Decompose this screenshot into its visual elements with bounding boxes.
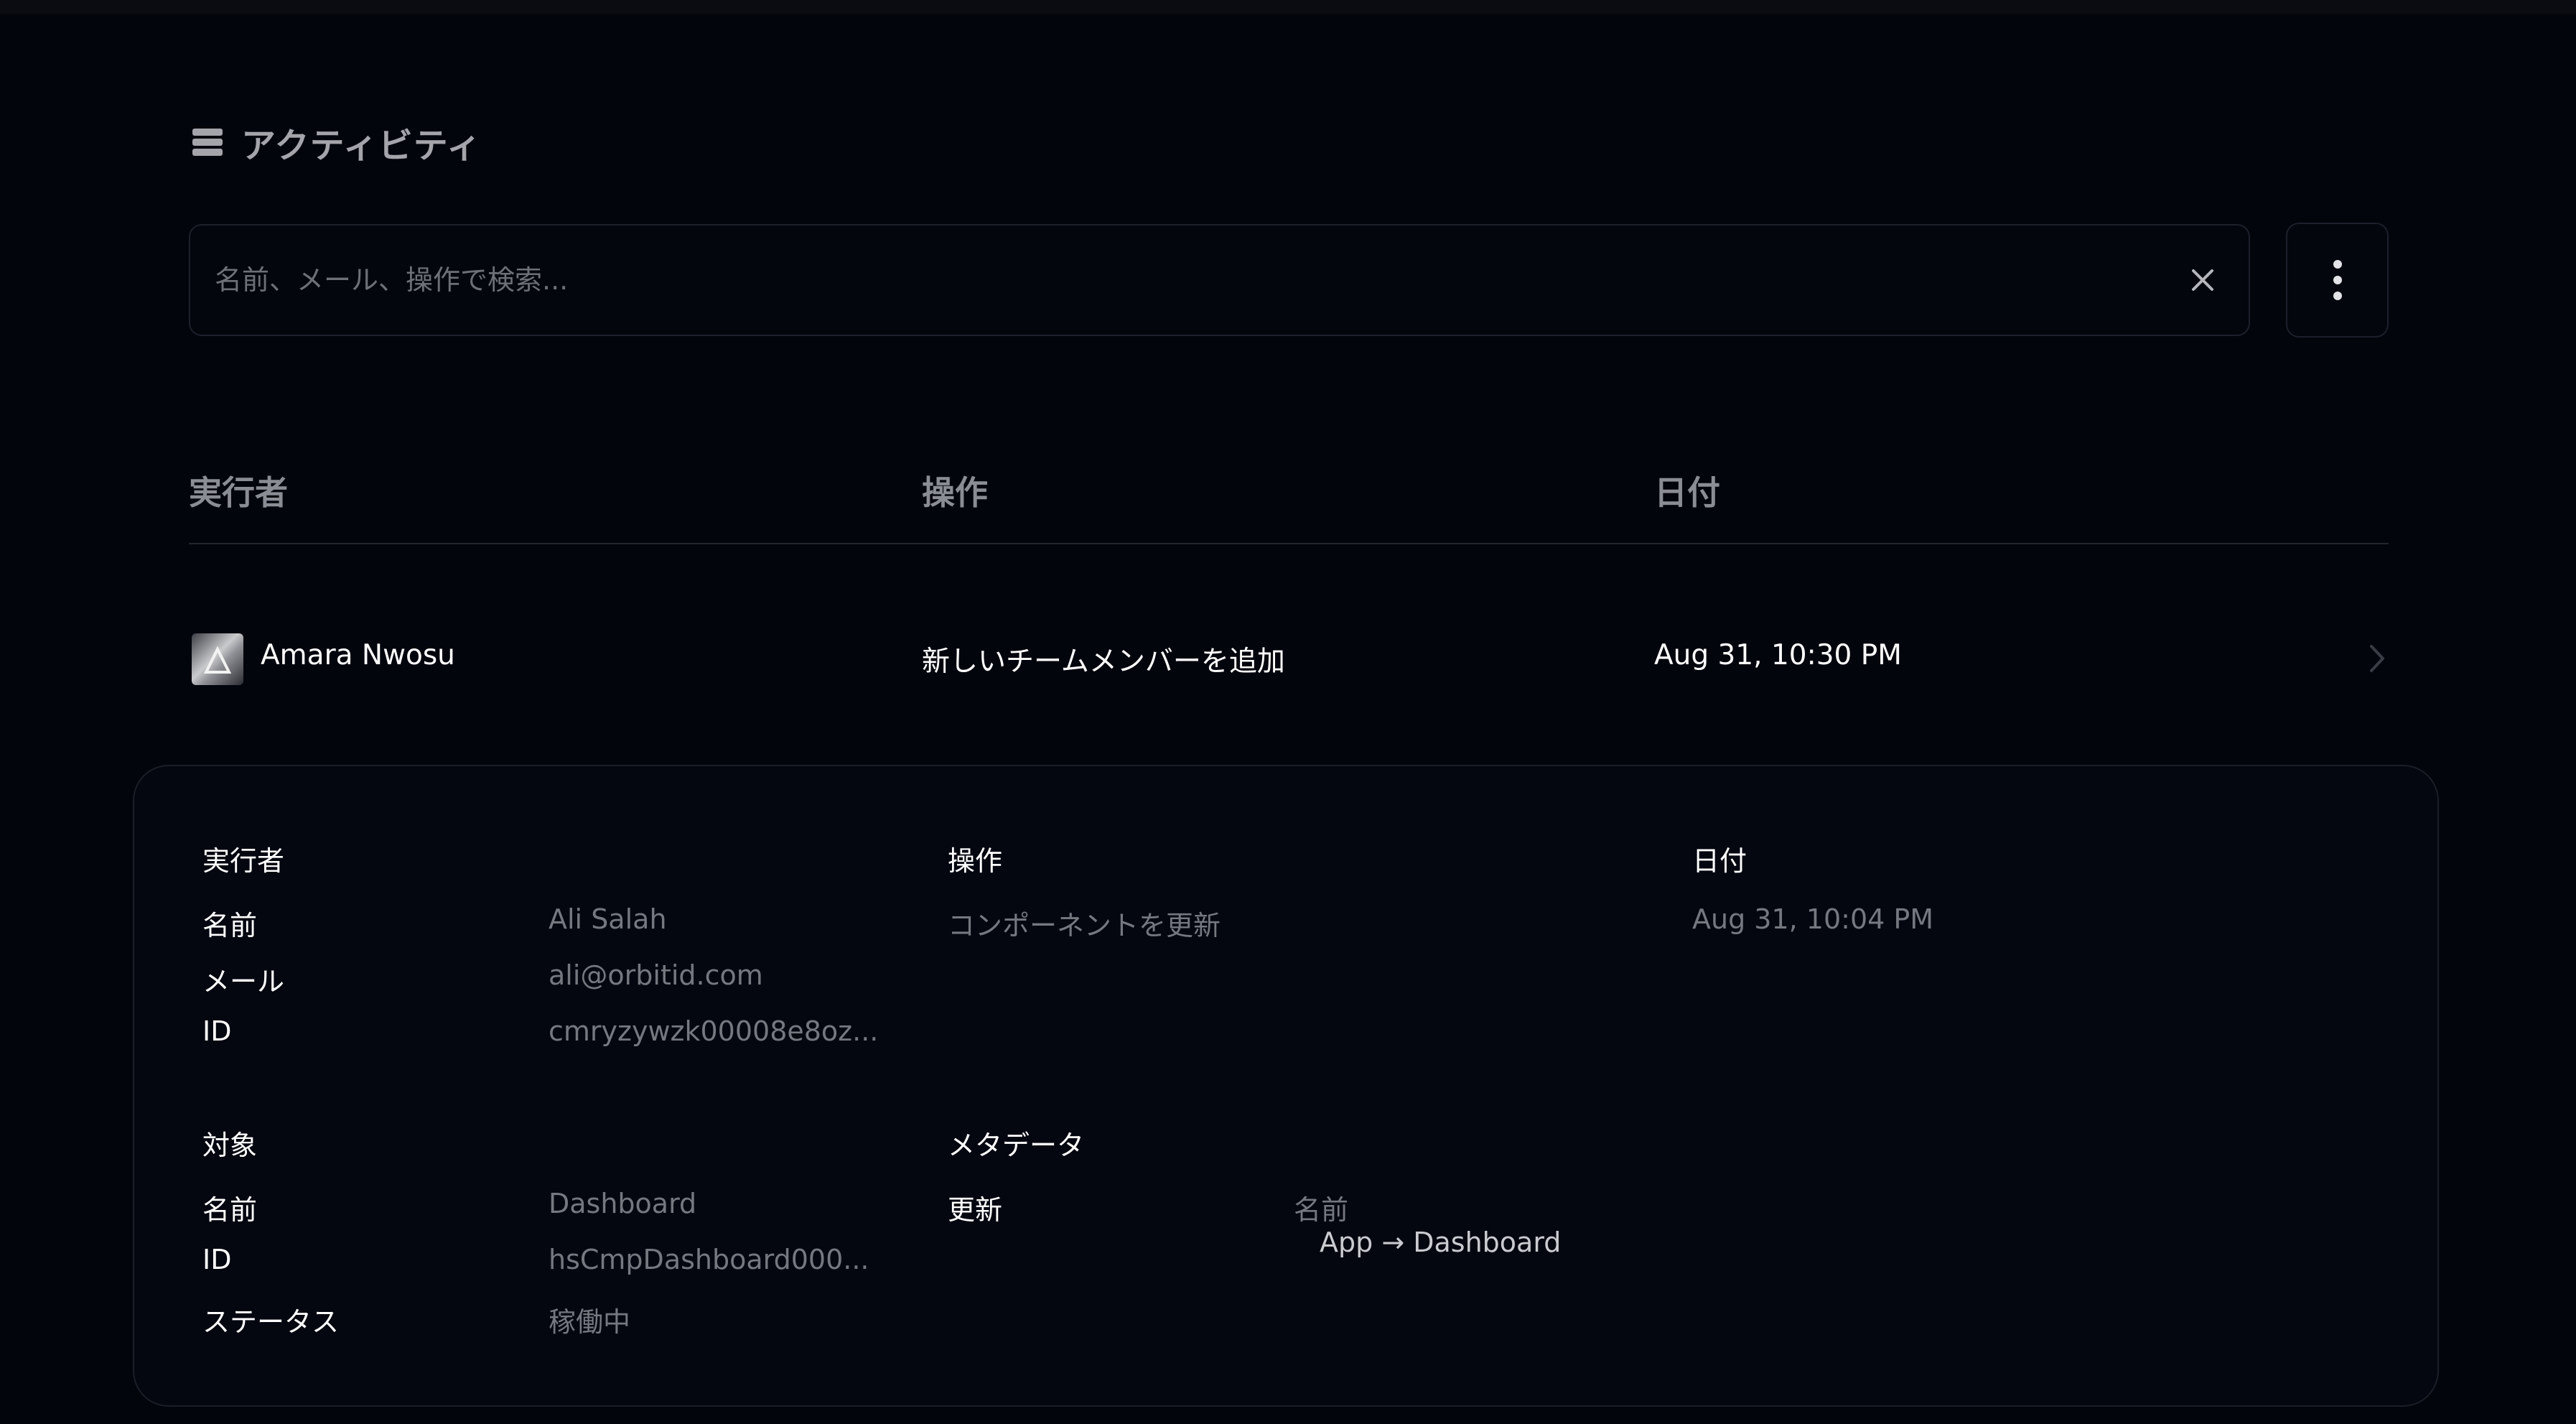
detail-target-name-label: 名前 xyxy=(202,1194,258,1226)
more-options-button[interactable] xyxy=(2286,223,2389,338)
column-header-date[interactable]: 日付 xyxy=(1654,467,1720,514)
avatar xyxy=(192,633,243,685)
detail-action-value: コンポーネントを更新 xyxy=(948,910,1221,941)
window-top-bar xyxy=(0,0,2576,14)
detail-actor-name-label: 名前 xyxy=(202,910,258,941)
detail-actor-email-value: ali@orbitid.com xyxy=(549,959,763,991)
row-date: Aug 31, 10:30 PM xyxy=(1654,639,1902,671)
detail-metadata-update-label: 更新 xyxy=(948,1194,1003,1226)
detail-metadata-heading: メタデータ xyxy=(948,1130,1085,1161)
detail-actor-name-value: Ali Salah xyxy=(549,903,667,935)
detail-action-heading: 操作 xyxy=(948,845,1003,877)
detail-actor-id-label: ID xyxy=(202,1015,232,1047)
close-icon xyxy=(2192,269,2213,291)
more-vertical-icon xyxy=(2333,260,2342,300)
detail-actor-email-label: メール xyxy=(202,966,285,997)
detail-target-status-value: 稼働中 xyxy=(549,1306,631,1338)
detail-target-id-label: ID xyxy=(202,1244,232,1275)
detail-target-status-label: ステータス xyxy=(202,1306,340,1338)
detail-target-id-value: hsCmpDashboard000... xyxy=(549,1244,869,1275)
database-icon xyxy=(192,129,223,156)
clear-search-button[interactable] xyxy=(2181,259,2224,302)
page-title: アクティビティ xyxy=(241,126,482,166)
detail-metadata-change: App → Dashboard xyxy=(1320,1227,1562,1258)
activity-detail-panel xyxy=(133,765,2439,1407)
detail-actor-heading: 実行者 xyxy=(202,845,285,877)
column-header-actor[interactable]: 実行者 xyxy=(189,467,288,514)
column-header-action[interactable]: 操作 xyxy=(922,467,988,514)
detail-actor-id-value: cmryzywzk00008e8oz... xyxy=(549,1015,879,1047)
chevron-right-icon xyxy=(2370,645,2384,672)
detail-date-heading: 日付 xyxy=(1692,845,1747,877)
detail-target-name-value: Dashboard xyxy=(549,1188,697,1219)
detail-target-heading: 対象 xyxy=(202,1130,258,1161)
search-box xyxy=(189,224,2250,336)
search-input[interactable] xyxy=(215,264,2181,296)
detail-date-value: Aug 31, 10:04 PM xyxy=(1692,903,1934,935)
row-actor-name: Amara Nwosu xyxy=(261,639,455,671)
table-row[interactable]: Amara Nwosu 新しいチームメンバーを追加 Aug 31, 10:30 … xyxy=(189,618,2389,697)
header-divider xyxy=(189,543,2389,544)
detail-metadata-field-name: 名前 xyxy=(1294,1194,1349,1226)
row-action: 新しいチームメンバーを追加 xyxy=(922,646,1285,678)
page-header: アクティビティ xyxy=(192,118,482,167)
